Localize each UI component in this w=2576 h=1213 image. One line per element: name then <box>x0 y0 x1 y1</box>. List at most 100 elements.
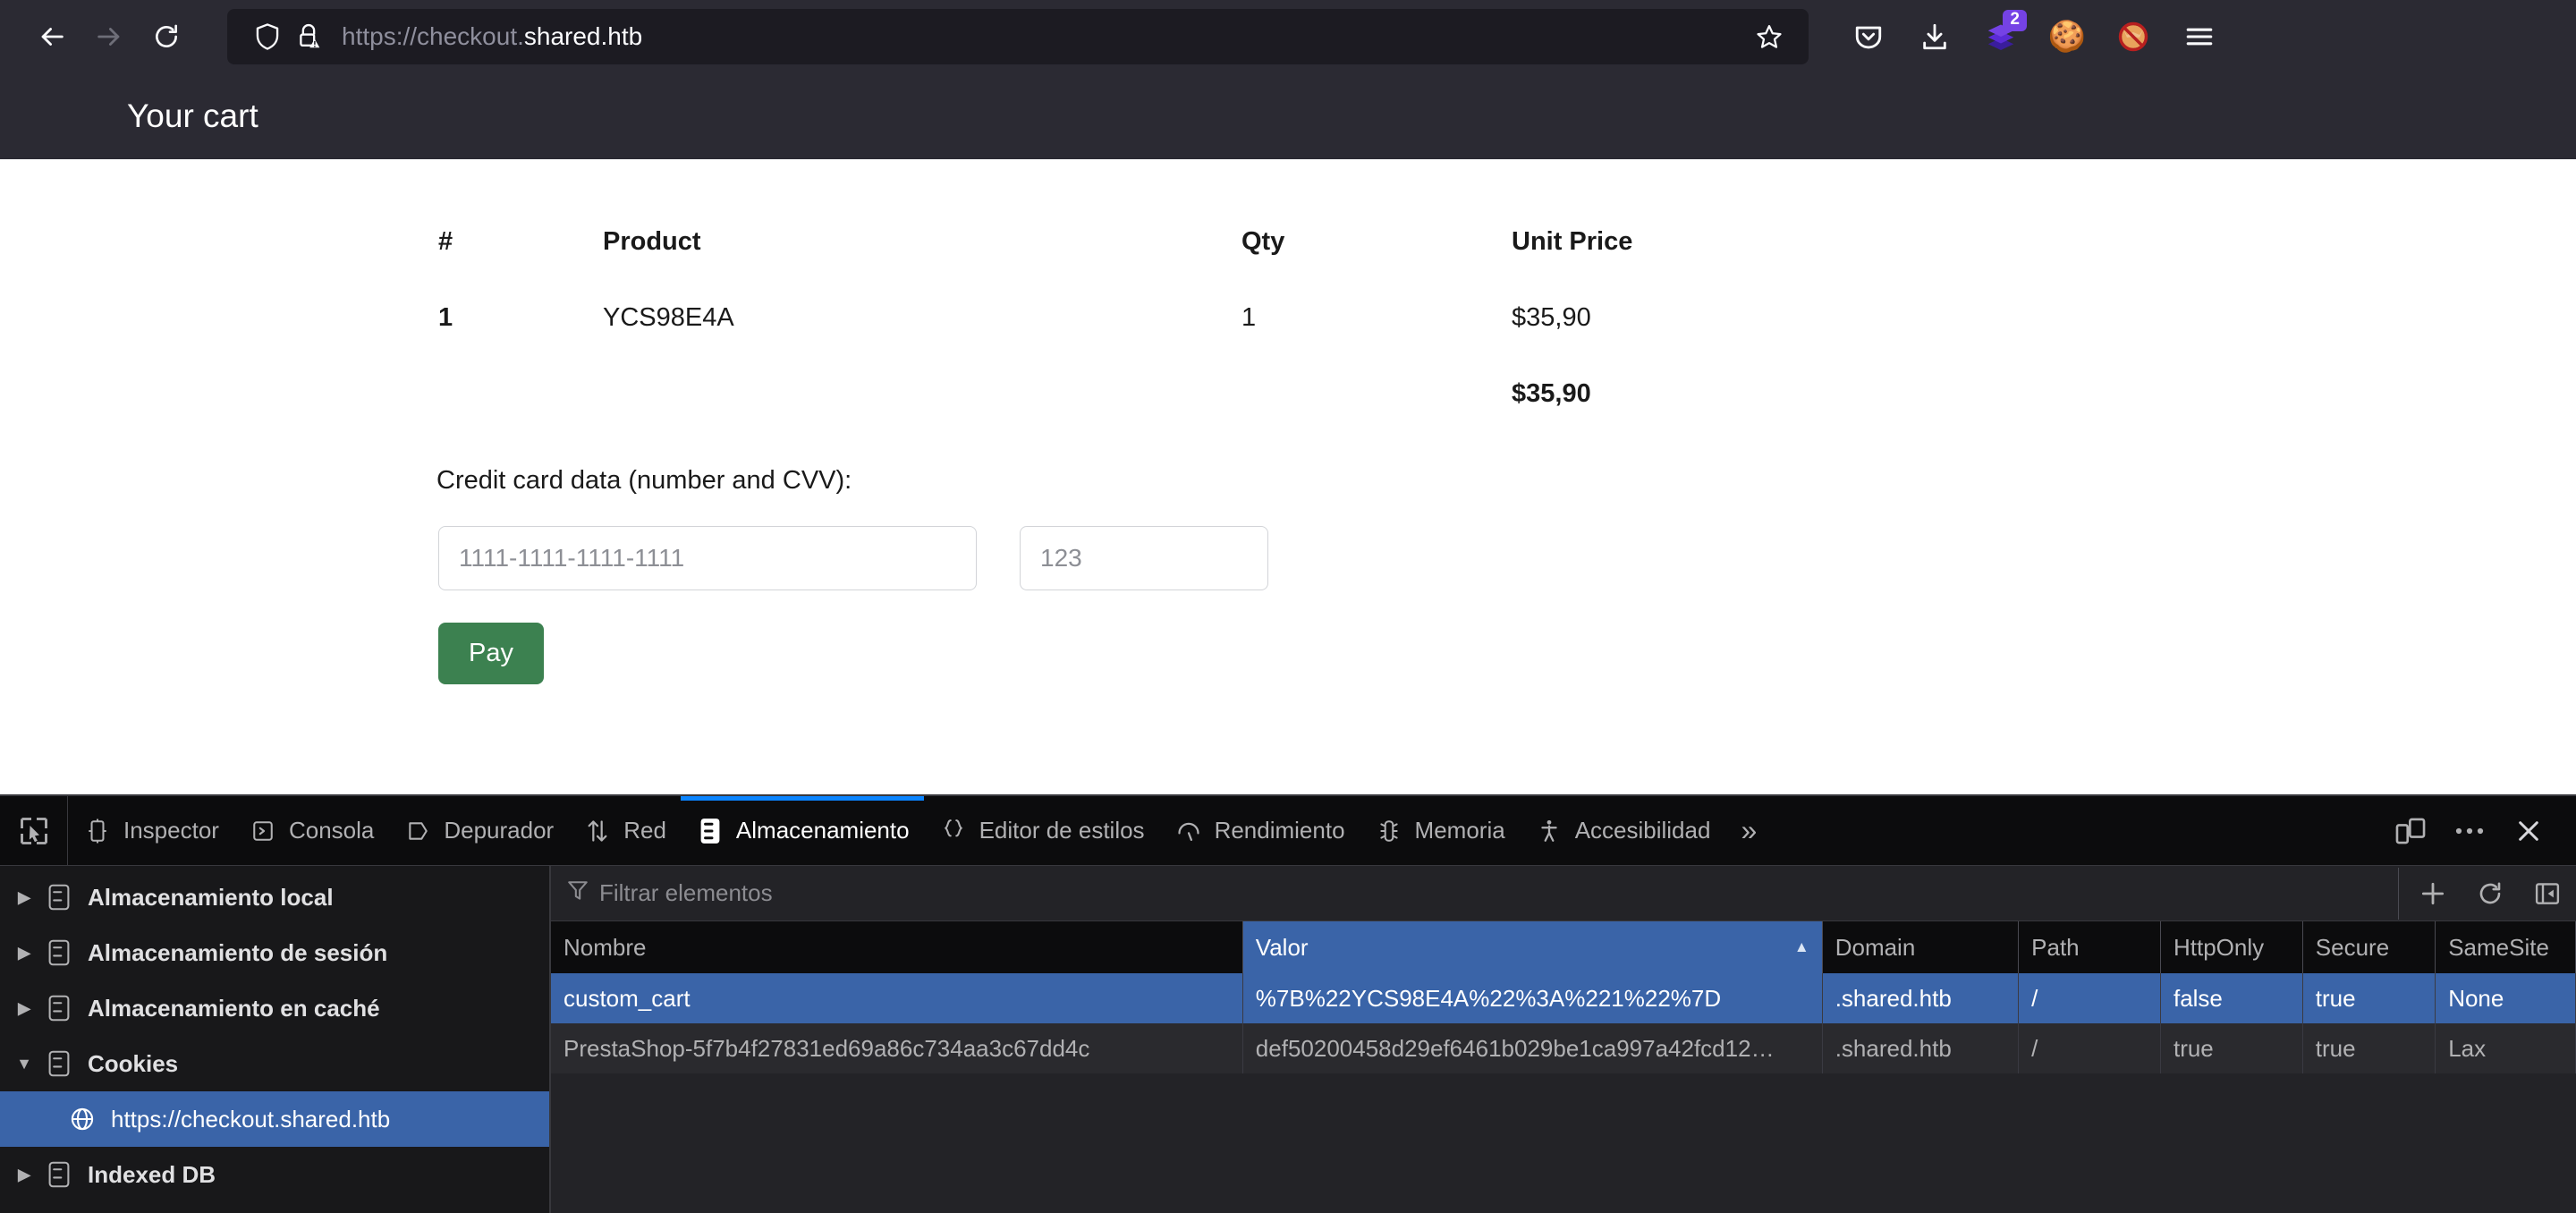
col-header-path[interactable]: Path <box>2018 921 2161 973</box>
console-icon <box>248 816 278 846</box>
col-header-valor[interactable]: Valor ▲ <box>1242 921 1823 973</box>
col-header-secure[interactable]: Secure <box>2302 921 2436 973</box>
tab-rendimiento[interactable]: Rendimiento <box>1159 796 1360 865</box>
sidebar-item-label: Cookies <box>88 1049 179 1077</box>
add-item-icon[interactable] <box>2404 868 2462 920</box>
cookie-table-row[interactable]: PrestaShop-5f7b4f27831ed69a86c734aa3c67d… <box>551 1023 2576 1073</box>
reload-icon <box>152 22 181 51</box>
blocked-fox-icon[interactable] <box>2100 8 2166 65</box>
close-devtools-icon[interactable] <box>2501 803 2556 859</box>
debugger-icon <box>402 816 433 846</box>
cell-secure: true <box>2302 1023 2436 1073</box>
urlbar-container: https://checkout.shared.htb <box>227 9 1809 64</box>
sidebar-item-label: https://checkout.shared.htb <box>111 1105 391 1132</box>
storage-type-icon <box>39 995 79 1022</box>
cookie-table-header-row: Nombre Valor ▲ Domain Path HttpOnly Secur… <box>551 921 2576 973</box>
chevron-right-icon[interactable]: ▶ <box>9 888 39 907</box>
arrow-right-icon <box>94 21 124 52</box>
cell-nombre: custom_cart <box>551 973 1243 1023</box>
tab-consola[interactable]: Consola <box>233 796 388 865</box>
cell-samesite: Lax <box>2435 1023 2576 1073</box>
tab-editor-de-estilos[interactable]: Editor de estilos <box>924 796 1159 865</box>
address-bar[interactable]: https://checkout.shared.htb <box>227 9 1809 64</box>
download-icon[interactable] <box>1902 8 1968 65</box>
cart-cell-index: 1 <box>438 303 453 332</box>
storage-type-icon <box>39 939 79 966</box>
tab-inspector[interactable]: Inspector <box>68 796 233 865</box>
sidebar-item-indexed-db[interactable]: ▶ Indexed DB <box>0 1147 549 1202</box>
page-title: Your cart <box>127 98 258 134</box>
cookie-table-scroll[interactable]: Nombre Valor ▲ Domain Path HttpOnly Secur… <box>551 921 2576 1213</box>
forward-button[interactable] <box>80 8 138 65</box>
element-picker-icon[interactable] <box>0 796 68 865</box>
toggle-sidebar-icon[interactable] <box>2519 868 2576 920</box>
extensions-layers-icon[interactable]: 2 <box>1968 8 2034 65</box>
tab-depurador[interactable]: Depurador <box>388 796 568 865</box>
chevron-right-icon[interactable]: ▶ <box>9 1166 39 1184</box>
sidebar-item-local-storage[interactable]: ▶ Almacenamiento local <box>0 869 549 925</box>
storage-filter-bar <box>551 866 2576 921</box>
filter-input-wrap <box>567 879 2385 907</box>
sidebar-item-session-storage[interactable]: ▶ Almacenamiento de sesión <box>0 925 549 980</box>
col-header-domain[interactable]: Domain <box>1822 921 2020 973</box>
cart-table-header-row: # Product Qty Unit Price <box>438 227 1780 303</box>
inspector-icon <box>82 816 113 846</box>
filter-input[interactable] <box>599 879 2385 907</box>
cart-cell-qty: 1 <box>1241 303 1257 332</box>
star-icon[interactable] <box>1746 13 1792 60</box>
url-host: shared.htb <box>523 22 643 50</box>
cookie-table-row[interactable]: custom_cart %7B%22YCS98E4A%22%3A%221%22%… <box>551 973 2576 1023</box>
sidebar-item-cookie-origin[interactable]: https://checkout.shared.htb <box>0 1091 549 1147</box>
tab-almacenamiento-label: Almacenamiento <box>735 817 910 844</box>
toolbar-extensions: 2 🍪 <box>1835 8 2233 65</box>
tab-accesibilidad[interactable]: Accesibilidad <box>1520 796 1725 865</box>
cart-table: # Product Qty Unit Price 1 YCS98E4A 1 $3… <box>438 227 1780 455</box>
storage-tree-sidebar: ▶ Almacenamiento local ▶ Almacenamiento … <box>0 866 551 1213</box>
credit-card-fields <box>438 526 2576 590</box>
accessibility-icon <box>1534 816 1564 846</box>
storage-type-icon <box>39 1161 79 1188</box>
cvv-input[interactable] <box>1020 526 1268 590</box>
url-text[interactable]: https://checkout.shared.htb <box>342 22 1746 51</box>
responsive-design-mode-icon[interactable] <box>2383 803 2438 859</box>
arrow-left-icon <box>37 21 67 52</box>
cell-valor: def50200458d29ef6461b029be1ca997a42fcd12… <box>1242 1023 1823 1073</box>
url-prefix: https://checkout. <box>342 22 524 50</box>
hamburger-menu-icon[interactable] <box>2166 8 2233 65</box>
storage-type-icon <box>39 1050 79 1077</box>
cell-path: / <box>2018 973 2161 1023</box>
tab-red[interactable]: Red <box>568 796 681 865</box>
tab-depurador-label: Depurador <box>444 817 555 844</box>
sidebar-item-cookies[interactable]: ▼ Cookies <box>0 1036 549 1091</box>
chevron-right-icon[interactable]: ▶ <box>9 999 39 1018</box>
col-header-samesite[interactable]: SameSite <box>2435 921 2576 973</box>
cell-valor: %7B%22YCS98E4A%22%3A%221%22%7D <box>1242 973 1823 1023</box>
cell-nombre: PrestaShop-5f7b4f27831ed69a86c734aa3c67d… <box>551 1023 1243 1073</box>
reload-button[interactable] <box>138 8 195 65</box>
tab-almacenamiento[interactable]: Almacenamiento <box>680 796 924 865</box>
chevron-right-icon[interactable]: ▶ <box>9 944 39 963</box>
pocket-icon[interactable] <box>1835 8 1902 65</box>
cart-col-qty: Qty <box>1241 227 1285 256</box>
pay-button[interactable]: Pay <box>438 623 544 684</box>
tab-overflow-icon[interactable]: » <box>1724 796 1773 865</box>
cookie-icon[interactable]: 🍪 <box>2034 8 2100 65</box>
back-button[interactable] <box>23 8 80 65</box>
storage-type-icon <box>39 884 79 911</box>
chevron-down-icon[interactable]: ▼ <box>9 1055 39 1073</box>
tab-consola-label: Consola <box>288 817 375 844</box>
sidebar-item-label: Almacenamiento de sesión <box>88 938 388 966</box>
refresh-icon[interactable] <box>2462 868 2519 920</box>
storage-main-panel: Nombre Valor ▲ Domain Path HttpOnly Secur… <box>551 866 2576 1213</box>
cart-cell-price: $35,90 <box>1512 303 1591 332</box>
col-header-nombre[interactable]: Nombre <box>551 921 1243 973</box>
shield-icon[interactable] <box>247 16 288 57</box>
lock-warning-icon[interactable] <box>288 16 329 57</box>
col-header-httponly[interactable]: HttpOnly <box>2160 921 2303 973</box>
tab-memoria[interactable]: Memoria <box>1360 796 1520 865</box>
sidebar-item-cache-storage[interactable]: ▶ Almacenamiento en caché <box>0 980 549 1036</box>
cart-col-index: # <box>438 227 453 256</box>
meatball-menu-icon[interactable] <box>2442 803 2497 859</box>
card-number-input[interactable] <box>438 526 977 590</box>
cell-domain: .shared.htb <box>1822 973 2020 1023</box>
